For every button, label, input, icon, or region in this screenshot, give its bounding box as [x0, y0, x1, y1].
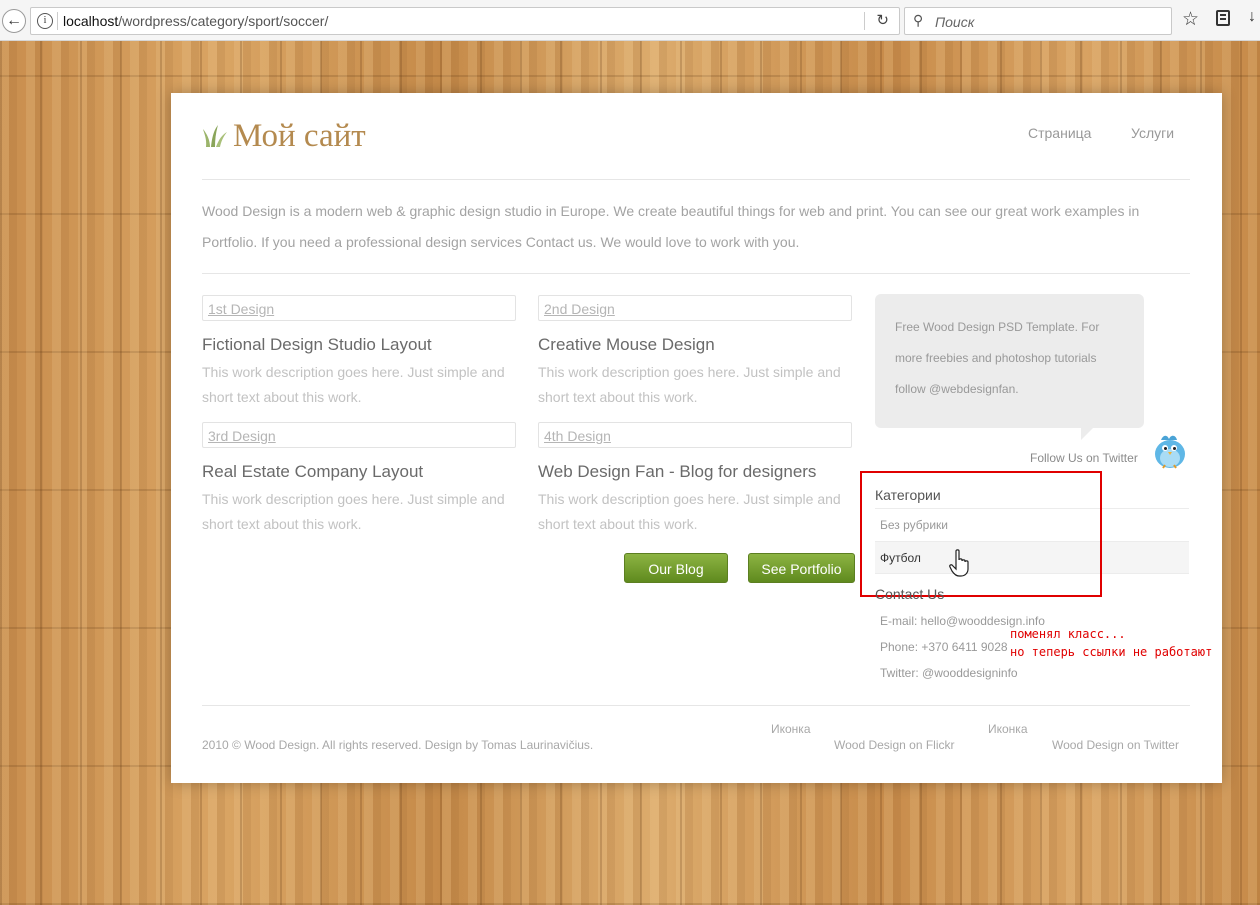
browser-search-box[interactable]: ⚲	[904, 7, 1172, 35]
twitter-footer-link[interactable]: Wood Design on Twitter	[1052, 738, 1179, 752]
work-tag-link[interactable]: 2nd Design	[544, 301, 615, 317]
search-icon: ⚲	[913, 12, 924, 28]
site-title[interactable]: Мой сайт	[233, 118, 366, 155]
our-blog-button[interactable]: Our Blog	[624, 553, 728, 583]
work-tag-box: 2nd Design	[538, 295, 852, 321]
address-bar[interactable]: i localhost/wordpress/category/sport/soc…	[30, 7, 900, 35]
work-tag-link[interactable]: 1st Design	[208, 301, 274, 317]
work-description: This work description goes here. Just si…	[202, 491, 505, 532]
nav-link-services[interactable]: Услуги	[1131, 125, 1174, 141]
nav-link-page[interactable]: Страница	[1028, 125, 1091, 141]
broken-image-label: Иконка	[771, 722, 811, 736]
footer-copyright: 2010 © Wood Design. All rights reserved.…	[202, 738, 594, 752]
broken-image-label: Иконка	[988, 722, 1028, 736]
grass-logo-icon	[203, 125, 227, 147]
url-host: localhost	[63, 13, 119, 29]
info-icon[interactable]: i	[37, 13, 53, 29]
work-tag-box: 3rd Design	[202, 422, 516, 448]
header-divider	[202, 179, 1190, 180]
flickr-link[interactable]: Wood Design on Flickr	[834, 738, 955, 752]
bookmark-star-icon[interactable]: ☆	[1182, 8, 1199, 31]
work-description: This work description goes here. Just si…	[538, 364, 841, 405]
back-arrow-icon[interactable]: ←	[2, 9, 26, 33]
contact-twitter: Twitter: @wooddesigninfo	[880, 666, 1018, 680]
see-portfolio-button[interactable]: See Portfolio	[748, 553, 855, 583]
contact-phone: Phone: +370 6411 9028	[880, 640, 1008, 654]
twitter-bird-icon[interactable]	[1151, 431, 1189, 471]
work-description: This work description goes here. Just si…	[202, 364, 505, 405]
url-text[interactable]: localhost/wordpress/category/sport/socce…	[63, 13, 328, 29]
work-title[interactable]: Real Estate Company Layout	[202, 462, 423, 482]
follow-twitter-link[interactable]: Follow Us on Twitter	[1030, 451, 1138, 465]
tweet-bubble: Free Wood Design PSD Template. For more …	[875, 294, 1144, 440]
intro-divider	[202, 273, 1190, 274]
contact-heading: Contact Us	[875, 586, 945, 602]
work-title[interactable]: Web Design Fan - Blog for designers	[538, 462, 816, 482]
footer-divider	[202, 705, 1190, 706]
work-tag-link[interactable]: 4th Design	[544, 428, 611, 444]
work-tag-link[interactable]: 3rd Design	[208, 428, 276, 444]
work-description: This work description goes here. Just si…	[538, 491, 841, 532]
highlight-frame	[860, 471, 1102, 597]
browser-toolbar: ← i localhost/wordpress/category/sport/s…	[0, 0, 1260, 41]
work-title[interactable]: Creative Mouse Design	[538, 335, 715, 355]
annotation-note: поменял класс... но теперь ссылки не раб…	[1010, 625, 1212, 661]
download-arrow-icon[interactable]: ↓	[1248, 8, 1256, 26]
work-tag-box: 1st Design	[202, 295, 516, 321]
hand-cursor-icon	[949, 549, 969, 577]
work-title[interactable]: Fictional Design Studio Layout	[202, 335, 432, 355]
intro-text: Wood Design is a modern web & graphic de…	[202, 203, 1140, 250]
page-container: Мой сайт Страница Услуги Wood Design is …	[171, 93, 1222, 783]
search-input[interactable]	[933, 12, 1157, 32]
reload-divider	[864, 12, 865, 30]
annotation-line: поменял класс...	[1010, 627, 1126, 641]
reload-icon[interactable]: ↻	[876, 11, 889, 29]
library-icon[interactable]	[1216, 10, 1230, 26]
annotation-line: но теперь ссылки не работают	[1010, 645, 1213, 659]
url-path: /wordpress/category/sport/soccer/	[118, 13, 329, 29]
url-divider	[57, 12, 58, 30]
work-tag-box: 4th Design	[538, 422, 852, 448]
